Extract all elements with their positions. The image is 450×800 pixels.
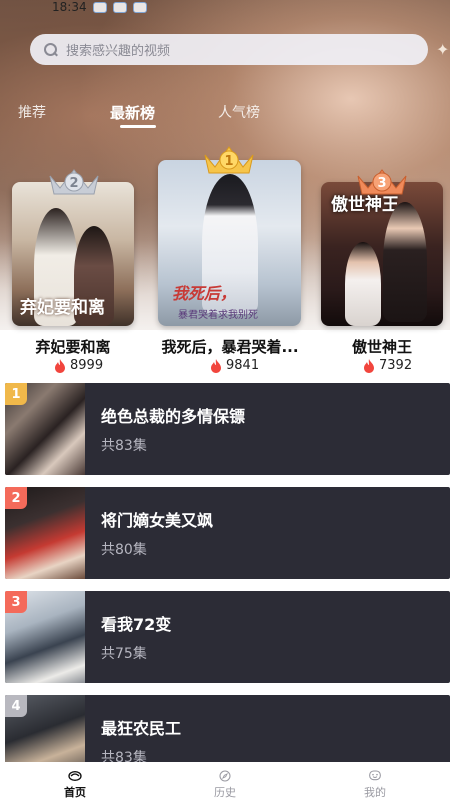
poster-figure [345,242,381,326]
tab-indicator [120,125,156,128]
rank-badge: 2 [5,487,27,509]
fire-icon [55,358,65,373]
nav-home-label: 首页 [64,786,86,799]
heat-count-1: 9841 [210,358,259,373]
nav-history-label: 历史 [214,786,236,799]
list-item-episodes: 共75集 [101,646,147,662]
status-time: 18:34 [52,0,87,14]
list-item-title: 将门嫡女美又飒 [101,511,214,530]
list-item-title: 看我72变 [101,615,172,634]
ranking-card-3[interactable]: 傲世神王 [321,182,443,326]
svg-text:1: 1 [224,154,233,169]
notification-icon [112,1,127,13]
list-item-episodes: 共80集 [101,542,147,558]
fire-icon [364,358,374,373]
heat-count-2: 8999 [54,358,103,373]
rank-badge: 4 [5,695,27,717]
nav-home[interactable]: 首页 [0,762,150,800]
poster-title: 弃妃要和离 [20,298,105,318]
ranking-card-2[interactable]: 弃妃要和离 [12,182,134,326]
ranking-title-2[interactable]: 弃妃要和离 [12,336,134,357]
poster-title: 我死后， [172,284,237,303]
status-bar: 18:34 [0,0,450,14]
notification-icon [132,1,147,13]
list-item-3[interactable]: 3 看我72变 共75集 [5,591,450,683]
nav-profile[interactable]: 我的 [300,762,450,800]
sparkle-icon: ✦ [436,40,450,59]
fire-icon [211,358,221,373]
search-input[interactable]: 搜索感兴趣的视频 [66,40,170,59]
nav-history[interactable]: 历史 [150,762,300,800]
tab-latest[interactable]: 最新榜 [110,102,155,123]
svg-text:3: 3 [377,176,386,191]
ranking-tabs: 推荐 最新榜 人气榜 [0,98,450,138]
search-bar[interactable]: 搜索感兴趣的视频 [30,34,428,65]
compass-icon [219,770,231,782]
ranking-card-1[interactable]: 我死后， 暴君哭着求我别死 [158,160,301,326]
heat-count-3: 7392 [363,358,412,373]
tab-recommend[interactable]: 推荐 [18,102,46,122]
rank-badge: 1 [5,383,27,405]
gold-crown-icon: 1 [204,146,254,174]
heat-value: 8999 [70,358,104,373]
poster-subtitle: 暴君哭着求我别死 [178,310,258,321]
ranking-title-3[interactable]: 傲世神王 [321,336,443,357]
list-item-2[interactable]: 2 将门嫡女美又飒 共80集 [5,487,450,579]
poster-figure [383,202,427,322]
list-item-title: 最狂农民工 [101,719,182,738]
svg-text:2: 2 [69,176,78,191]
tab-popular[interactable]: 人气榜 [218,102,260,122]
heat-value: 7392 [379,358,413,373]
notification-icon [92,1,107,13]
nav-profile-label: 我的 [364,786,386,799]
home-icon [68,771,82,781]
heat-value: 9841 [226,358,260,373]
bottom-navigation: 首页 历史 我的 [0,762,450,800]
rank-badge: 3 [5,591,27,613]
list-item-title: 绝色总裁的多情保镖 [101,407,246,426]
bronze-crown-icon: 3 [357,169,407,195]
profile-icon [369,770,381,781]
list-item-episodes: 共83集 [101,438,147,454]
search-icon [44,42,58,57]
silver-crown-icon: 2 [49,169,99,195]
list-item-1[interactable]: 1 绝色总裁的多情保镖 共83集 [5,383,450,475]
ranking-title-1[interactable]: 我死后，暴君哭着... [146,336,314,357]
